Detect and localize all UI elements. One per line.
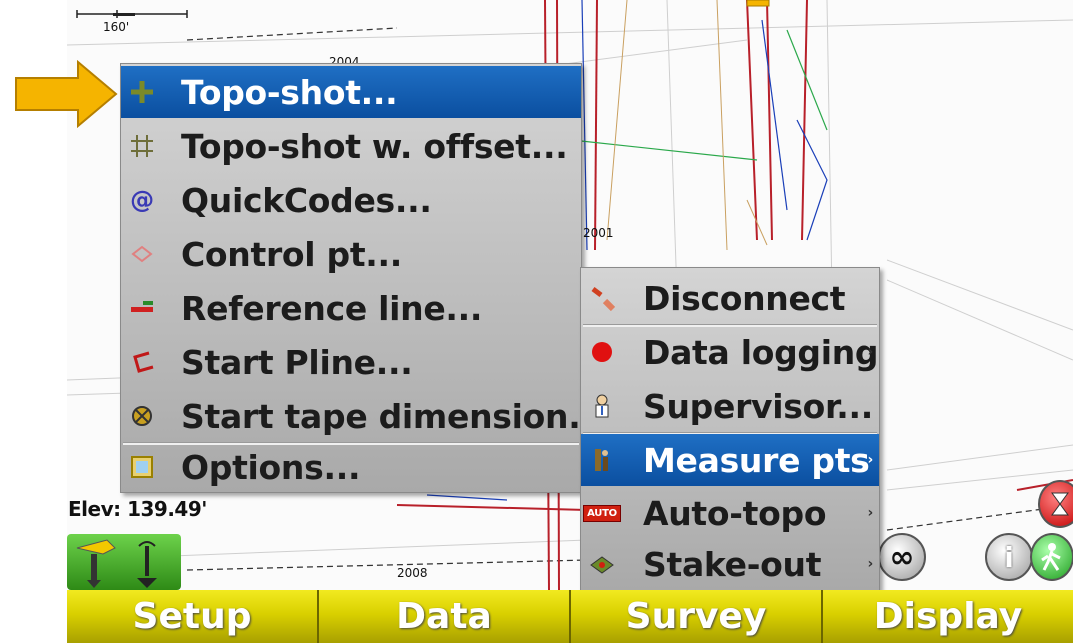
menu-item-label: Measure pts xyxy=(643,440,870,480)
data-button[interactable]: Data xyxy=(319,590,571,643)
walk-mode-button[interactable] xyxy=(1030,533,1073,581)
menu-item-label: Data logging xyxy=(643,332,879,372)
options-icon xyxy=(127,452,157,482)
submenu-arrow-icon: › xyxy=(867,344,874,360)
topo-menu: Topo-shot... Topo-shot w. offset... @ Qu… xyxy=(120,63,605,493)
menu-item-label: Supervisor... xyxy=(643,386,873,426)
menu-item-options[interactable]: Options... xyxy=(121,444,581,490)
menu-item-quickcodes[interactable]: @ QuickCodes... xyxy=(121,174,581,226)
menu-item-data-logging[interactable]: Data logging › xyxy=(581,326,879,378)
display-button[interactable]: Display xyxy=(823,590,1073,643)
quickcodes-icon: @ xyxy=(130,186,154,214)
stake-out-icon xyxy=(587,549,617,579)
menu-item-measure-pts[interactable]: Measure pts › xyxy=(581,434,879,486)
menu-item-label: Control pt... xyxy=(181,234,403,274)
walking-person-icon xyxy=(1041,543,1061,571)
survey-menu: Disconnect Data logging › Supervisor... … xyxy=(580,267,880,591)
scale-label: 160' xyxy=(103,20,130,34)
menu-item-label: Options... xyxy=(181,447,361,487)
menu-item-label: Start Pline... xyxy=(181,342,413,382)
menu-item-start-pline[interactable]: Start Pline... xyxy=(121,336,581,388)
menu-item-topo-shot[interactable]: Topo-shot... xyxy=(121,66,581,118)
data-logging-icon xyxy=(587,337,617,367)
measure-pts-icon xyxy=(587,445,617,475)
menu-item-topo-offset[interactable]: Topo-shot w. offset... xyxy=(121,120,581,172)
control-point-icon xyxy=(127,239,157,269)
menu-item-label: Stake-out xyxy=(643,544,822,584)
reference-line-icon xyxy=(127,293,157,323)
gps-status-button[interactable] xyxy=(67,534,181,590)
elevation-readout: Elev: 139.49' xyxy=(68,497,207,521)
menu-item-label: Auto-topo xyxy=(643,493,827,533)
menu-item-label: Topo-shot w. offset... xyxy=(181,126,568,166)
survey-button[interactable]: Survey xyxy=(571,590,823,643)
menu-item-auto-topo[interactable]: AUTO Auto-topo › xyxy=(581,488,879,538)
menu-item-label: QuickCodes... xyxy=(181,180,432,220)
map-label: 2001 xyxy=(583,226,614,240)
map-label: 2008 xyxy=(397,566,428,580)
disconnect-icon xyxy=(587,283,617,313)
topo-shot-icon xyxy=(127,77,157,107)
bottom-toolbar: Setup Data Survey Display xyxy=(67,590,1073,643)
tape-dimension-icon xyxy=(127,401,157,431)
menu-item-reference-line[interactable]: Reference line... xyxy=(121,282,581,334)
menu-item-disconnect[interactable]: Disconnect xyxy=(581,272,879,324)
menu-item-stake-out[interactable]: Stake-out › xyxy=(581,540,879,588)
supervisor-icon xyxy=(587,391,617,421)
submenu-arrow-icon: › xyxy=(867,505,874,521)
menu-item-control-pt[interactable]: Control pt... xyxy=(121,228,581,280)
pline-icon xyxy=(127,347,157,377)
menu-item-label: Disconnect xyxy=(643,278,846,318)
auto-badge: AUTO xyxy=(583,504,621,522)
menu-item-start-tape-dimension[interactable]: Start tape dimension... xyxy=(121,390,605,442)
menu-item-label: Start tape dimension... xyxy=(181,396,605,436)
submenu-arrow-icon: › xyxy=(867,452,874,468)
info-button[interactable]: i xyxy=(985,533,1033,581)
gps-receiver-icon xyxy=(76,539,157,588)
pointer-arrow-icon xyxy=(15,60,118,128)
hourglass-icon xyxy=(1051,492,1069,516)
menu-item-label: Topo-shot... xyxy=(181,72,398,112)
menu-item-label: Reference line... xyxy=(181,288,483,328)
topo-offset-icon xyxy=(127,131,157,161)
auto-topo-icon: AUTO xyxy=(583,498,621,528)
menu-item-supervisor[interactable]: Supervisor... xyxy=(581,380,879,432)
setup-button[interactable]: Setup xyxy=(67,590,319,643)
infinity-button[interactable]: ∞ xyxy=(878,533,926,581)
submenu-arrow-icon: › xyxy=(867,556,874,572)
